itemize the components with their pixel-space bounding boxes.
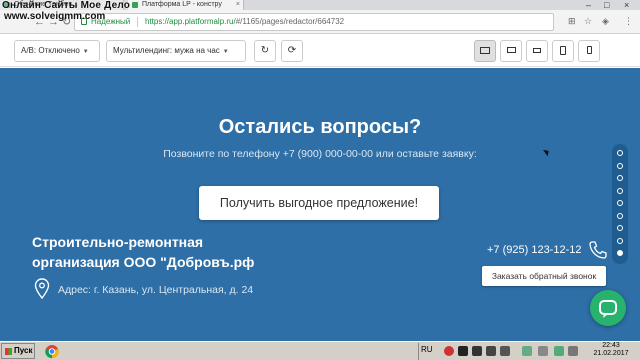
desktop-wide-icon xyxy=(480,46,490,54)
recorder-watermark: Онлайн Сайты Мое Дело xyxy=(2,0,131,11)
section-dot[interactable] xyxy=(617,150,623,156)
menu-icon[interactable]: ⋮ xyxy=(624,16,633,27)
monitor-icon xyxy=(506,47,516,54)
rotate-button[interactable]: ⟳ xyxy=(281,40,303,62)
section-dot[interactable] xyxy=(617,200,623,206)
tablet-icon xyxy=(560,45,566,55)
stop-icon[interactable] xyxy=(472,346,482,356)
camera-icon[interactable] xyxy=(486,346,496,356)
close-window-icon[interactable]: × xyxy=(624,0,629,10)
section-dot[interactable] xyxy=(617,162,623,169)
mobile-icon xyxy=(586,46,592,55)
section-heading: Остались вопросы? xyxy=(218,116,422,138)
system-clock: 22:43 21.02.2017 xyxy=(584,342,638,358)
refresh-button[interactable]: ↻ xyxy=(254,40,276,62)
tray-app-icon[interactable] xyxy=(500,346,510,356)
printer-icon[interactable] xyxy=(538,346,548,356)
section-dot[interactable] xyxy=(617,225,623,231)
section-dot[interactable] xyxy=(617,237,623,244)
ab-test-select[interactable]: A/B: Отключено ▼ xyxy=(14,40,100,62)
language-indicator[interactable]: RU xyxy=(421,345,433,354)
chevron-down-icon: ▼ xyxy=(222,49,229,55)
windows-logo-icon xyxy=(5,348,12,355)
record-icon[interactable] xyxy=(444,346,454,356)
tray-app-icon[interactable] xyxy=(568,346,578,356)
browser-tab-active[interactable]: Платформа LP - констру × xyxy=(128,0,244,10)
bookmark-star-icon[interactable]: ☆ xyxy=(584,16,592,27)
device-desktop-button[interactable] xyxy=(500,40,522,62)
recorder-watermark-url: www.solveigmm.com xyxy=(4,11,106,22)
start-button[interactable]: Пуск xyxy=(1,343,35,359)
tab-label: Платформа LP - констру xyxy=(142,1,222,8)
section-dot[interactable] xyxy=(617,187,623,194)
chevron-down-icon: ▼ xyxy=(82,49,89,55)
address-text: Адрес: г. Казань, ул. Центральная, д. 24 xyxy=(58,284,254,296)
section-dot[interactable] xyxy=(617,250,623,256)
contact-section: Остались вопросы? Позвоните по телефону … xyxy=(0,68,640,341)
recorder-app-icon[interactable] xyxy=(458,346,468,356)
device-desktop-wide-button[interactable] xyxy=(474,40,496,62)
section-dot[interactable] xyxy=(617,212,623,219)
maximize-icon[interactable]: □ xyxy=(604,0,609,10)
org-name-line: Строительно-ремонтная xyxy=(32,234,204,250)
minimize-icon[interactable]: – xyxy=(586,0,591,10)
close-tab-icon[interactable]: × xyxy=(236,0,240,10)
editor-toolbar: A/B: Отключено ▼ Мультилендинг: мужа на ч… xyxy=(0,35,640,67)
windows-taskbar: Пуск RU 22:43 21.02.2017 xyxy=(0,341,640,360)
divider xyxy=(137,17,138,27)
clock-time: 22:43 xyxy=(602,342,620,349)
tab-favicon-icon xyxy=(132,2,138,8)
laptop-icon xyxy=(533,47,541,53)
url-input[interactable]: Надежный https://app.platformalp.ru/#/11… xyxy=(74,13,554,31)
phone-number[interactable]: +7 (925) 123-12-12 xyxy=(487,244,581,256)
section-dots-nav xyxy=(612,144,628,264)
phone-icon xyxy=(589,241,607,259)
multilanding-select[interactable]: Мультилендинг: мужа на час ▼ xyxy=(106,40,246,62)
location-pin-icon xyxy=(34,278,50,300)
chat-button[interactable] xyxy=(590,290,626,326)
screen: Обучение Тамбов... Платформа LP - констр… xyxy=(0,0,640,360)
get-offer-button[interactable]: Получить выгодное предложение! xyxy=(199,186,439,220)
device-laptop-button[interactable] xyxy=(526,40,548,62)
device-tablet-button[interactable] xyxy=(552,40,574,62)
url-text: https://app.platformalp.ru/#/1165/pages/… xyxy=(145,17,345,26)
clock-date: 21.02.2017 xyxy=(593,350,629,357)
organization-name: Строительно-ремонтная организация ООО "Д… xyxy=(32,232,254,272)
section-dot[interactable] xyxy=(617,175,623,181)
network-icon[interactable] xyxy=(522,346,532,356)
extension-icon[interactable]: ◈ xyxy=(602,16,609,27)
device-mobile-button[interactable] xyxy=(578,40,600,62)
volume-icon[interactable] xyxy=(554,346,564,356)
org-name-line: организация ООО "Добровъ.рф xyxy=(32,254,255,270)
request-callback-button[interactable]: Заказать обратный звонок xyxy=(482,266,606,286)
chat-bubble-icon xyxy=(599,300,617,318)
chrome-icon[interactable] xyxy=(44,344,60,359)
translate-icon[interactable]: ⊞ xyxy=(568,16,576,27)
